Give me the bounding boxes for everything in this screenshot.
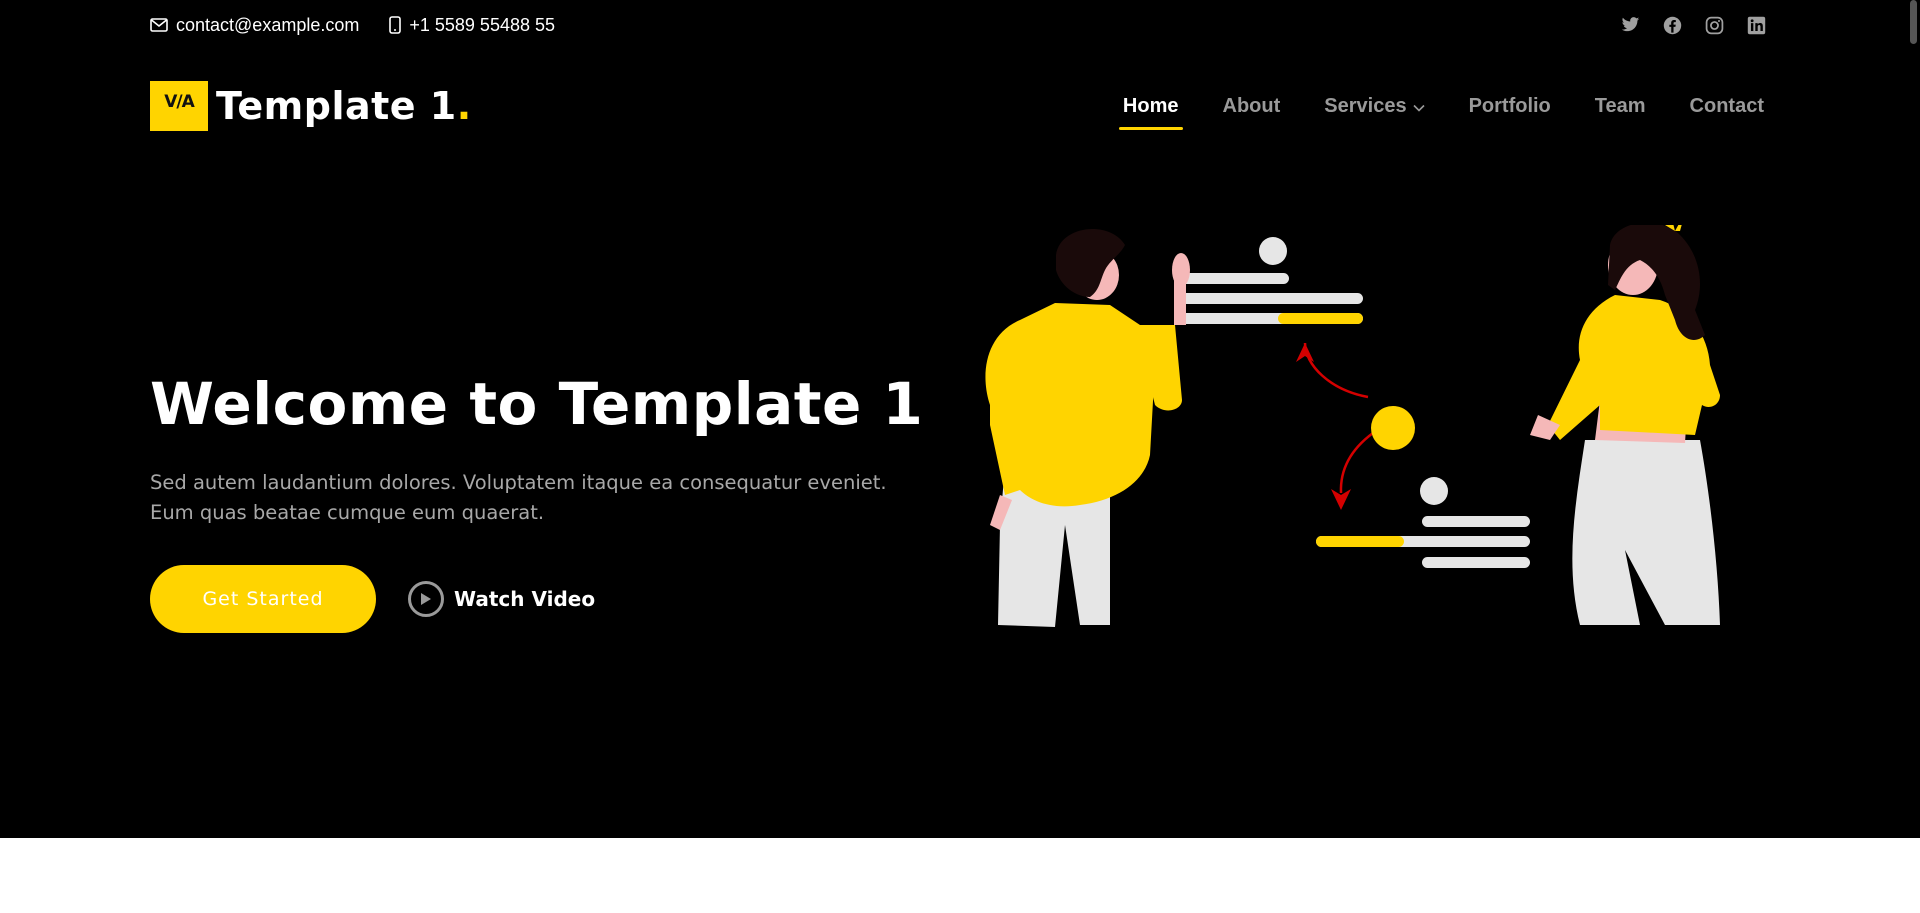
nav-label: Contact (1689, 94, 1764, 117)
center-dot (1371, 406, 1415, 450)
nav-label: Home (1122, 94, 1179, 117)
bar-bottom-3 (1422, 557, 1530, 568)
email-text: contact@example.com (176, 14, 360, 35)
nav-home[interactable]: Home (1118, 85, 1183, 130)
logo-icon: V/A ​ (150, 81, 208, 131)
email-contact[interactable]: contact@example.com (150, 15, 359, 36)
scrollbar-thumb[interactable] (1910, 0, 1917, 44)
contact-info: contact@example.com +1 5589 55488 55 (150, 15, 555, 36)
nav-services[interactable]: Services (1322, 85, 1426, 128)
nav-label: Portfolio (1468, 94, 1551, 117)
arrow-up (1303, 342, 1369, 399)
scrollbar[interactable] (1907, 0, 1920, 838)
play-icon (408, 581, 444, 617)
brand-dot: . (456, 84, 472, 128)
bar-top-1 (1179, 273, 1289, 284)
social-links (1620, 15, 1766, 35)
man-figure (985, 228, 1190, 627)
bar-dot-bottom (1420, 477, 1448, 505)
twitter-icon[interactable] (1620, 15, 1640, 35)
linkedin-icon[interactable] (1746, 15, 1766, 35)
hero-subtitle: Sed autem laudantium dolores. Voluptatem… (150, 471, 887, 524)
main-nav: Home About Services Portfolio Team Conta… (1118, 85, 1766, 130)
nav-portfolio[interactable]: Portfolio (1467, 85, 1553, 128)
brand-logo[interactable]: V/A ​ Template 1. (150, 81, 471, 131)
instagram-icon[interactable] (1704, 15, 1724, 35)
nav-about[interactable]: About (1221, 85, 1283, 128)
envelope-icon (150, 18, 168, 32)
phone-text: +1 5589 55488 55 (409, 14, 556, 35)
site-header: V/A ​ Template 1. Home About Services Po… (150, 78, 1766, 134)
get-started-label: Get Started (202, 588, 324, 610)
phone-contact[interactable]: +1 5589 55488 55 (389, 15, 555, 36)
nav-label: Team (1594, 94, 1646, 117)
hero-title: Welcome to Template 1 (150, 370, 924, 438)
nav-label: About (1222, 94, 1281, 117)
bar-top-3-fill (1278, 313, 1363, 324)
logo-mark: V/A (164, 91, 195, 112)
bar-bottom-1 (1422, 516, 1530, 527)
watch-video-button[interactable]: Watch Video (408, 578, 595, 620)
hero-section: contact@example.com +1 5589 55488 55 V/A… (0, 0, 1920, 838)
watch-video-label: Watch Video (454, 587, 596, 611)
brand-name: Template 1 (216, 84, 457, 128)
bar-bottom-2-fill (1316, 536, 1404, 547)
bar-dot-top (1259, 237, 1287, 265)
nav-team[interactable]: Team (1593, 85, 1648, 128)
chevron-down-icon (1412, 95, 1425, 118)
facebook-icon[interactable] (1662, 15, 1682, 35)
woman-figure (1530, 225, 1720, 625)
nav-contact[interactable]: Contact (1688, 85, 1766, 128)
arrow-down (1339, 431, 1374, 494)
get-started-button[interactable]: Get Started (150, 565, 376, 633)
bar-top-2 (1179, 293, 1363, 304)
nav-label: Services (1324, 94, 1407, 117)
hero-illustration (985, 225, 1720, 627)
topbar: contact@example.com +1 5589 55488 55 (150, 10, 1766, 40)
arrow-up-head (1296, 343, 1314, 362)
phone-icon (389, 16, 402, 34)
